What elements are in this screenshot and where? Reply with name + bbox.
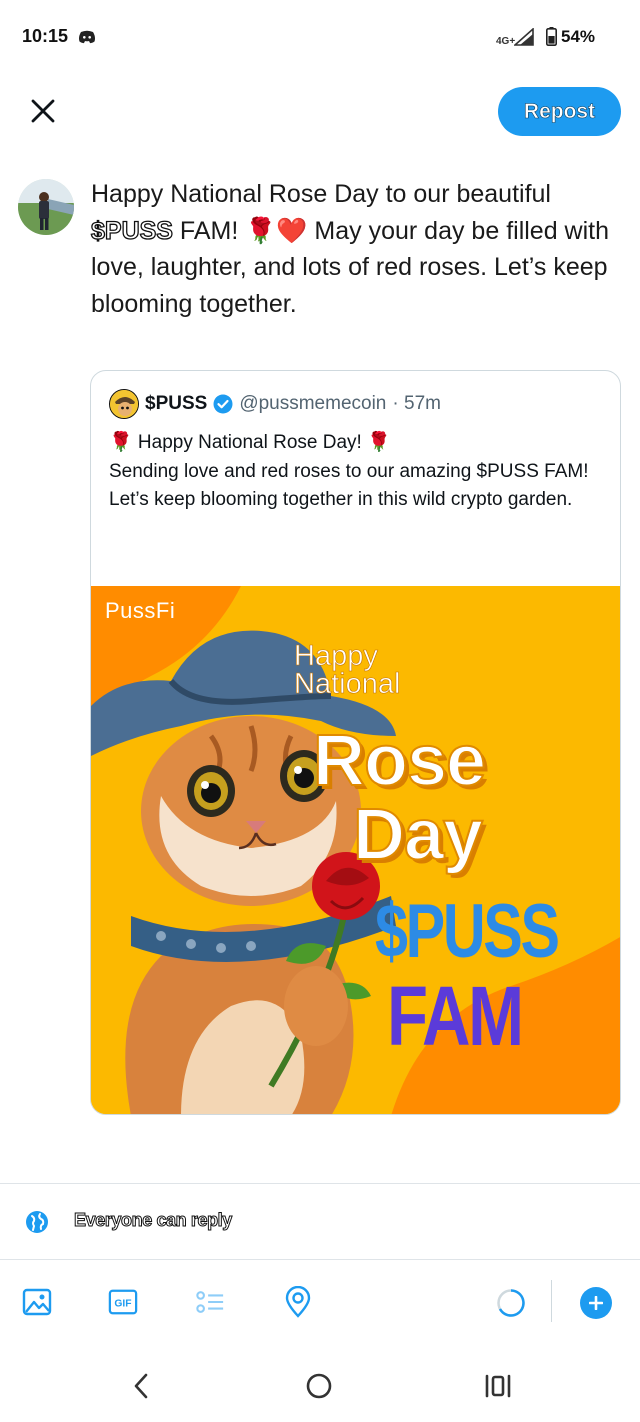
quoted-tweet-time: · 57m: [392, 393, 441, 414]
recents-button[interactable]: [478, 1366, 518, 1406]
promo-day: Day: [352, 794, 484, 876]
promo-fam: FAM: [387, 969, 524, 1063]
recents-icon: [485, 1374, 511, 1398]
poll-icon: [196, 1291, 224, 1313]
promo-puss: $PUSS: [375, 889, 560, 974]
quoted-tweet-header: $PUSS @pussmemecoin · 57m: [109, 389, 441, 419]
discord-icon: [79, 30, 95, 44]
location-icon: [285, 1286, 311, 1318]
back-button[interactable]: [121, 1366, 161, 1406]
quoted-tweet-card[interactable]: $PUSS @pussmemecoin · 57m 🌹 Happy Nation…: [90, 370, 621, 1115]
repost-button[interactable]: Repost: [498, 87, 621, 136]
quoted-line-1: 🌹 Happy National Rose Day! 🌹: [109, 432, 391, 453]
plus-icon: [589, 1296, 603, 1310]
globe-icon[interactable]: [25, 1210, 49, 1234]
back-icon: [134, 1373, 148, 1399]
promo-happy: Happy: [294, 640, 378, 672]
status-time: 10:15: [22, 26, 69, 46]
post-emoji: 🌹❤️: [245, 216, 308, 245]
quoted-tweet-text: 🌹 Happy National Rose Day! 🌹 Sending lov…: [109, 429, 609, 515]
reply-setting-button[interactable]: Everyone can reply: [74, 1210, 233, 1231]
post-text-before: Happy National Rose Day to our beautiful: [91, 180, 551, 208]
add-poll-button[interactable]: [195, 1286, 225, 1318]
gif-icon: GIF: [108, 1289, 138, 1315]
add-location-button[interactable]: [283, 1286, 313, 1318]
divider-bottom: [0, 1259, 640, 1260]
status-bar: 10:15 4G+ 54%: [0, 0, 640, 76]
toolbar-separator: [551, 1280, 552, 1322]
quoted-author-name: $PUSS: [145, 393, 208, 414]
gif-label: GIF: [114, 1299, 131, 1310]
network-label: 4G+: [496, 36, 516, 47]
promo-happy-national: Happy National: [294, 640, 401, 700]
quoted-line-3: Let’s keep blooming together in this wil…: [109, 489, 573, 510]
promo-brand: PussFi: [105, 598, 176, 623]
post-text-mid: FAM!: [172, 216, 246, 245]
add-image-button[interactable]: [22, 1286, 52, 1318]
avatar[interactable]: [18, 179, 74, 235]
close-icon: [31, 99, 55, 123]
avatar-photo: [18, 179, 74, 235]
image-icon: [22, 1288, 52, 1316]
signal-icon: [514, 28, 534, 46]
cashtag-puss[interactable]: $PUSS: [90, 216, 173, 245]
promo-rose: Rose: [312, 720, 487, 802]
promo-national: National: [294, 668, 401, 700]
close-button[interactable]: [26, 94, 60, 128]
quoted-tweet-image[interactable]: PussFi Happy National Rose Day $PUSS FAM: [91, 586, 620, 1114]
quoted-avatar: [109, 389, 139, 419]
verified-badge-icon: [213, 394, 233, 414]
character-counter-icon: [497, 1289, 525, 1317]
home-icon: [306, 1373, 332, 1399]
battery-icon: [546, 27, 557, 46]
add-post-button[interactable]: [580, 1287, 612, 1319]
add-gif-button[interactable]: GIF: [108, 1286, 138, 1318]
divider-top: [0, 1183, 640, 1184]
quoted-author-handle: @pussmemecoin: [239, 393, 387, 414]
home-button[interactable]: [299, 1366, 339, 1406]
quoted-line-2: Sending love and red roses to our amazin…: [109, 460, 589, 482]
battery-percent: 54%: [561, 27, 596, 46]
post-text[interactable]: Happy National Rose Day to our beautiful…: [90, 176, 621, 322]
